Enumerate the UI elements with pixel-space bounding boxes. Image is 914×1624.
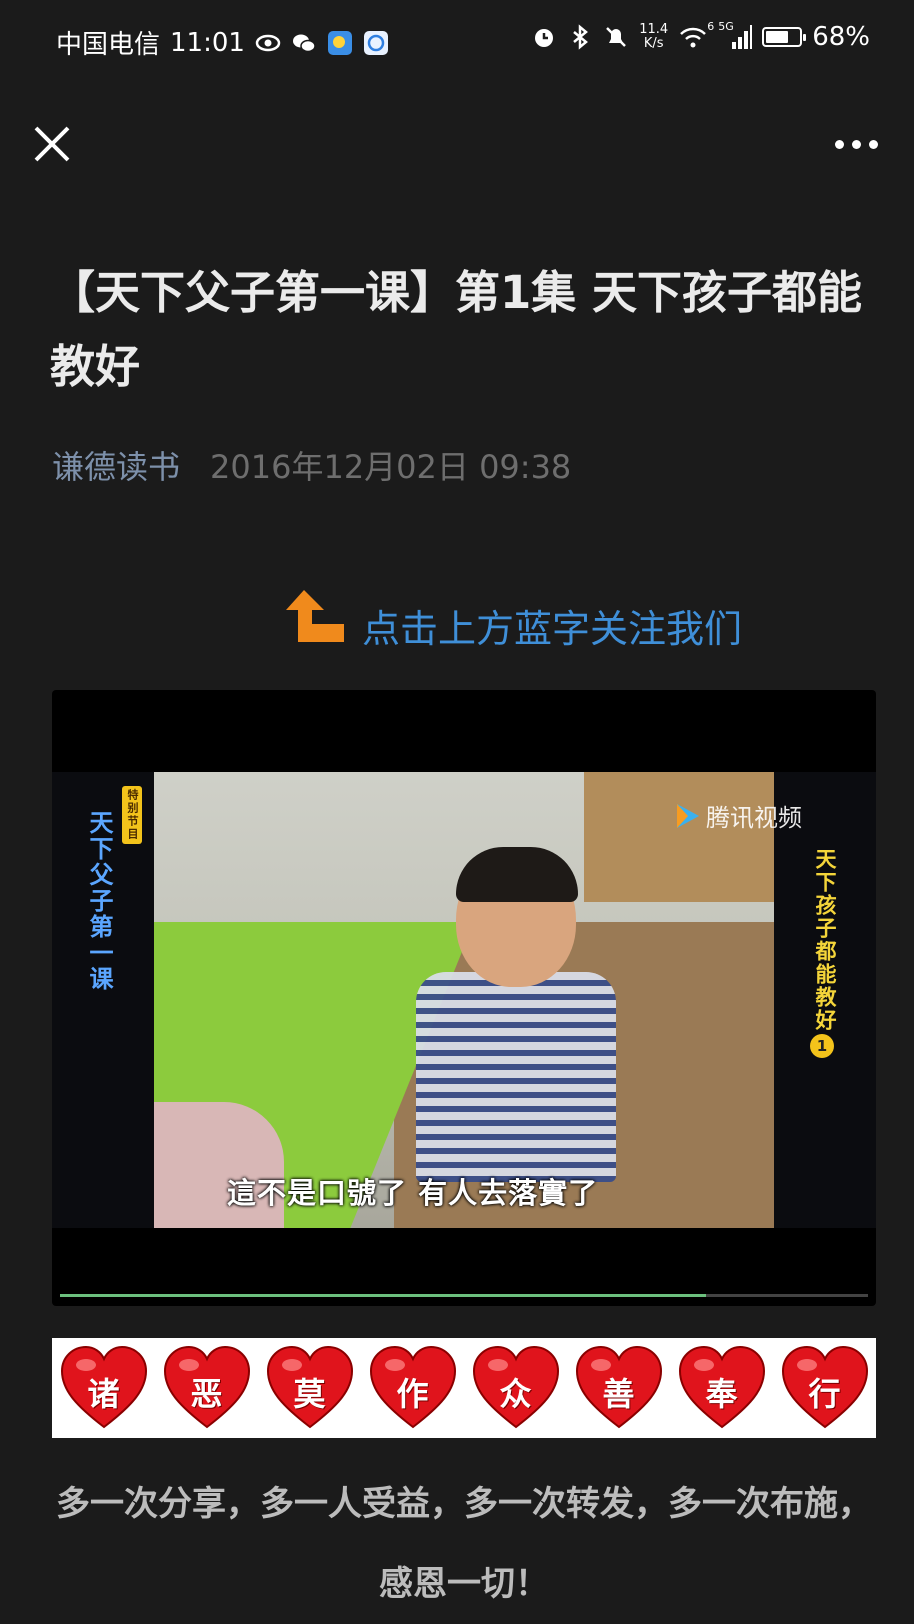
author-link[interactable]: 谦德读书 [52,442,180,488]
network-speed-unit: K/s [643,36,664,51]
episode-title: 天下孩子都能教好 [813,848,838,1032]
heart-character: 作 [367,1343,459,1433]
status-left: 中国电信 11:01 [56,24,389,61]
scene-boy-body [416,972,616,1182]
heart-character-text: 奉 [705,1375,738,1413]
video-thumbnail [154,772,774,1228]
heart-character: 奉 [676,1343,768,1433]
more-options-button[interactable] [826,126,886,162]
mute-bell-icon [606,27,627,47]
heart-character: 行 [779,1343,871,1433]
video-left-panel: 特别节目 天下父子第一课 [52,772,154,1228]
status-bar: 中国电信 11:01 11.4 K/s 6 5G 68% [0,0,914,84]
clock: 11:01 [170,27,245,58]
follow-prompt[interactable]: 点击上方蓝字关注我们 [284,584,742,653]
network-speed-value: 11.4 [639,22,669,37]
heart-character-text: 善 [602,1375,635,1413]
battery-percent: 68% [812,22,870,52]
cellular-indicator: 5G [718,20,753,50]
heart-character-text: 莫 [293,1375,326,1413]
bluetooth-icon [573,24,589,50]
heart-character: 善 [573,1343,665,1433]
wifi-indicator: 6 [678,20,714,50]
article-meta: 谦德读书 2016年12月02日 09:38 [52,442,571,488]
more-dot-icon [868,139,878,149]
video-right-panel: 天下孩子都能教好 1 [774,772,876,1228]
video-subtitle: 這不是口號了 有人去落實了 [227,1176,599,1210]
share-message: 多一次分享，多一人受益，多一次转发，多一次布施，感恩一切！ [56,1484,872,1604]
heart-character-text: 众 [499,1375,532,1413]
chat-app-icon [363,30,388,55]
heart-character: 诸 [58,1343,150,1433]
video-progress-bar[interactable] [60,1294,868,1297]
special-program-badge: 特别节目 [122,786,142,844]
status-right: 11.4 K/s 6 5G 68% [531,20,870,52]
battery-fill [766,31,788,43]
scene-shelf [584,772,774,902]
heart-character: 莫 [264,1343,356,1433]
wechat-icon [292,34,316,52]
more-dot-icon [834,139,844,149]
close-icon [34,126,70,162]
scene-boy-hair [456,847,578,902]
heart-character-text: 诸 [87,1375,120,1413]
network-speed: 11.4 K/s [639,23,668,51]
follow-prompt-text: 点击上方蓝字关注我们 [362,607,743,651]
eye-icon [255,34,281,51]
publish-date: 2016年12月02日 09:38 [210,448,572,486]
heart-character-text: 作 [396,1375,429,1413]
series-title: 天下父子第一课 [85,810,114,992]
alarm-icon [535,29,554,47]
close-button[interactable] [28,120,76,168]
network-type: 5G [718,20,734,33]
video-progress-fill [60,1294,707,1297]
battery-icon [762,27,807,47]
video-frame: 特别节目 天下父子第一课 腾讯视频 天下孩子都能教好 1 這不是口號了 有人去落… [52,772,876,1228]
episode-number-badge: 1 [810,1034,834,1058]
play-logo-icon [677,803,699,828]
curved-up-arrow-icon [286,590,344,642]
heart-character-text: 行 [808,1375,841,1413]
heart-character: 恶 [161,1343,253,1433]
article-title: 【天下父子第一课】第1集 天下孩子都能教好 [50,266,862,393]
weather-app-icon [327,30,352,55]
hearts-banner: 诸恶莫作众善奉行 [52,1338,876,1438]
wifi-badge: 6 [707,20,715,33]
heart-character-text: 恶 [190,1375,223,1413]
carrier-name: 中国电信 [56,30,161,60]
wifi-icon [680,27,707,48]
heart-character: 众 [470,1343,562,1433]
video-player[interactable]: 特别节目 天下父子第一课 腾讯视频 天下孩子都能教好 1 這不是口號了 有人去落… [52,690,876,1306]
more-dot-icon [851,139,861,149]
